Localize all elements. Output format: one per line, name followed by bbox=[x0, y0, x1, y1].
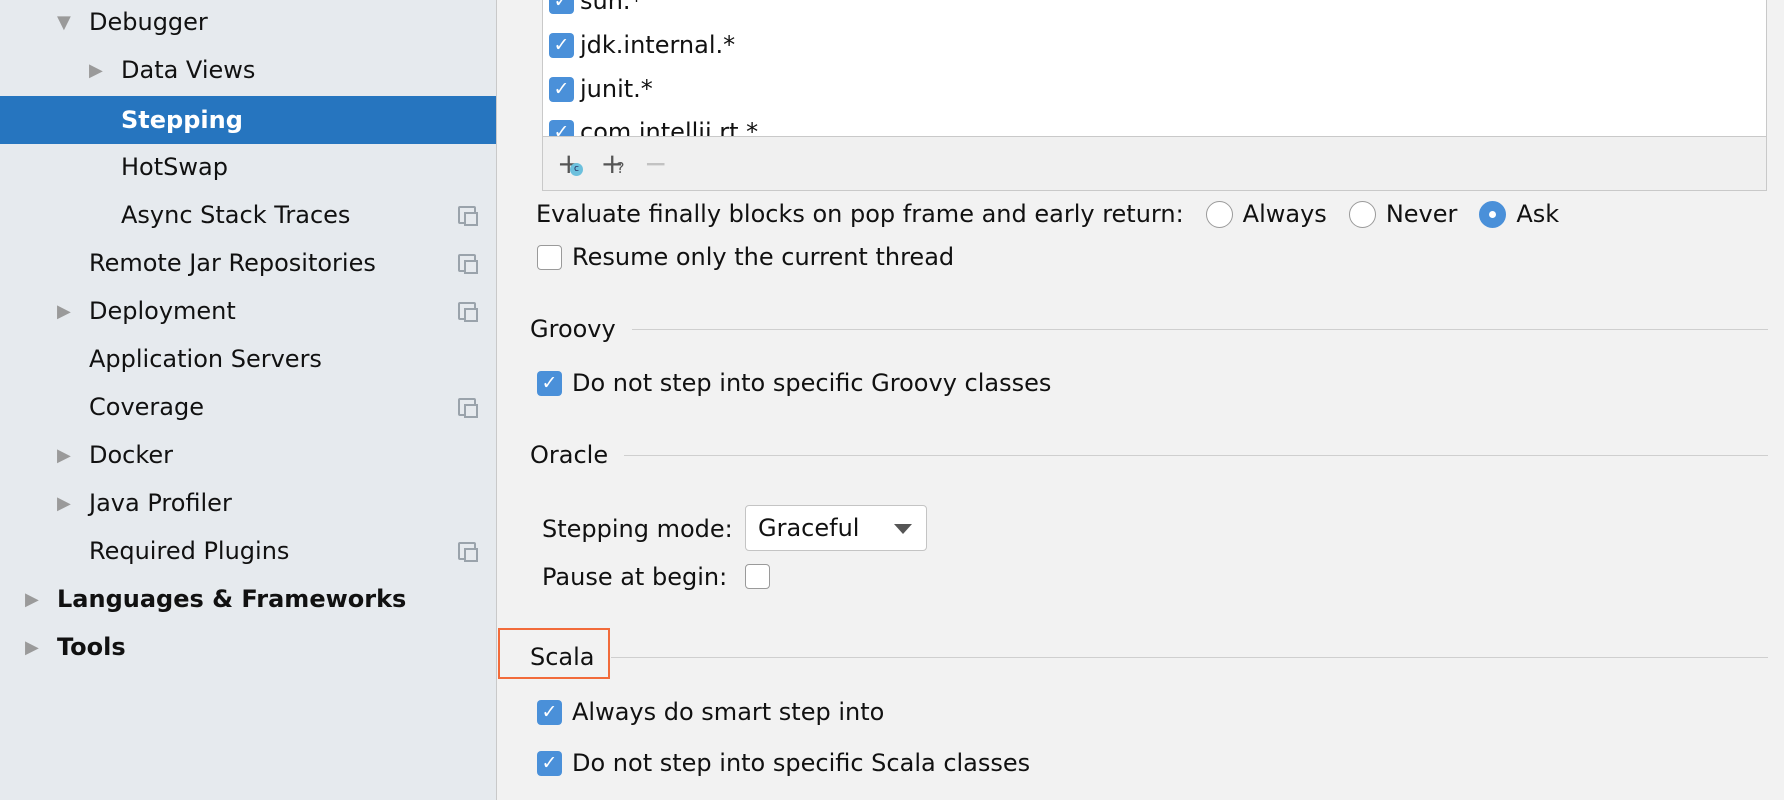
pause-at-begin-checkbox[interactable] bbox=[745, 564, 770, 589]
list-item[interactable]: ✓ com.intellij.rt.* bbox=[549, 110, 759, 137]
stepping-settings-panel: ✓ sun.* ✓ jdk.internal.* ✓ junit.* ✓ com.int… bbox=[497, 0, 1784, 800]
sidebar-item-async-stack-traces[interactable]: Async Stack Traces bbox=[0, 191, 496, 239]
collapsed-arrow-icon[interactable]: ▶ bbox=[89, 60, 103, 81]
sidebar-item-label: Stepping bbox=[121, 106, 243, 134]
sidebar-item-java-profiler[interactable]: ▶ Java Profiler bbox=[0, 479, 496, 527]
sidebar-item-label: Required Plugins bbox=[89, 537, 290, 565]
chevron-down-icon bbox=[894, 524, 912, 534]
sidebar-item-label: HotSwap bbox=[121, 153, 228, 181]
stepping-mode-dropdown[interactable]: Graceful bbox=[745, 505, 927, 551]
divider bbox=[631, 328, 1768, 330]
radio-label[interactable]: Ask bbox=[1516, 200, 1559, 228]
divider bbox=[610, 656, 1768, 658]
sidebar-item-debugger[interactable]: ▼ Debugger bbox=[0, 0, 496, 46]
sidebar-item-label: Application Servers bbox=[89, 345, 322, 373]
sidebar-item-label: Docker bbox=[89, 441, 174, 469]
sidebar-item-deployment[interactable]: ▶ Deployment bbox=[0, 287, 496, 335]
checkbox-checked[interactable]: ✓ bbox=[537, 699, 562, 725]
option-label: Do not step into specific Scala classes bbox=[572, 749, 1031, 777]
radio-never[interactable] bbox=[1348, 200, 1376, 228]
list-item[interactable]: ✓ junit.* bbox=[549, 67, 653, 111]
radio-label[interactable]: Always bbox=[1243, 200, 1327, 228]
evaluate-finally-row: Evaluate finally blocks on pop frame and… bbox=[536, 200, 1559, 228]
scala-smart-step-option[interactable]: ✓ Always do smart step into bbox=[537, 698, 884, 726]
sidebar-item-label: Tools bbox=[57, 633, 126, 661]
checkbox-checked[interactable]: ✓ bbox=[549, 76, 574, 102]
remove-icon[interactable]: − bbox=[644, 147, 667, 180]
scala-section-header: Scala bbox=[530, 643, 1768, 671]
sidebar-item-remote-jar-repositories[interactable]: Remote Jar Repositories bbox=[0, 239, 496, 287]
sidebar-item-languages-frameworks[interactable]: ▶ Languages & Frameworks bbox=[0, 575, 496, 623]
filter-pattern: junit.* bbox=[580, 75, 653, 103]
filters-toolbar: + c +? − bbox=[542, 137, 1767, 191]
collapsed-arrow-icon[interactable]: ▶ bbox=[57, 445, 71, 466]
groovy-option[interactable]: ✓ Do not step into specific Groovy classe… bbox=[537, 369, 1051, 397]
sidebar-item-label: Debugger bbox=[89, 8, 208, 36]
collapsed-arrow-icon[interactable]: ▶ bbox=[25, 589, 39, 610]
class-filters-list[interactable]: ✓ sun.* ✓ jdk.internal.* ✓ junit.* ✓ com.int… bbox=[542, 0, 1767, 137]
evaluate-finally-label: Evaluate finally blocks on pop frame and… bbox=[536, 200, 1184, 228]
sidebar-item-docker[interactable]: ▶ Docker bbox=[0, 431, 496, 479]
project-settings-icon bbox=[458, 302, 478, 322]
sidebar-item-label: Languages & Frameworks bbox=[57, 585, 407, 613]
checkbox-checked[interactable]: ✓ bbox=[549, 119, 574, 136]
sidebar-item-coverage[interactable]: Coverage bbox=[0, 383, 496, 431]
radio-always[interactable] bbox=[1205, 200, 1233, 228]
sidebar-item-label: Java Profiler bbox=[89, 489, 232, 517]
stepping-mode-label: Stepping mode: bbox=[542, 515, 733, 543]
oracle-section-header: Oracle bbox=[530, 441, 1768, 469]
project-settings-icon bbox=[458, 398, 478, 418]
sidebar-item-application-servers[interactable]: Application Servers bbox=[0, 335, 496, 383]
collapsed-arrow-icon[interactable]: ▶ bbox=[25, 637, 39, 658]
option-label: Resume only the current thread bbox=[572, 243, 955, 271]
project-settings-icon bbox=[458, 206, 478, 226]
sidebar-item-label: Deployment bbox=[89, 297, 236, 325]
collapsed-arrow-icon[interactable]: ▶ bbox=[57, 493, 71, 514]
filter-pattern: com.intellij.rt.* bbox=[580, 118, 759, 137]
sidebar-item-label: Async Stack Traces bbox=[121, 201, 351, 229]
divider bbox=[624, 454, 1768, 456]
radio-label[interactable]: Never bbox=[1386, 200, 1458, 228]
sidebar-item-label: Data Views bbox=[121, 56, 256, 84]
section-title: Groovy bbox=[530, 315, 616, 343]
filter-pattern: jdk.internal.* bbox=[580, 31, 736, 59]
project-settings-icon bbox=[458, 254, 478, 274]
settings-sidebar: ▼ Debugger ▶ Data Views Stepping HotSwap A… bbox=[0, 0, 497, 800]
checkbox-unchecked[interactable] bbox=[537, 244, 562, 270]
expanded-arrow-icon[interactable]: ▼ bbox=[57, 12, 71, 33]
list-item[interactable]: ✓ sun.* bbox=[549, 0, 643, 23]
radio-ask[interactable] bbox=[1479, 200, 1507, 228]
sidebar-item-hotswap[interactable]: HotSwap bbox=[0, 143, 496, 191]
collapsed-arrow-icon[interactable]: ▶ bbox=[57, 301, 71, 322]
sidebar-item-tools[interactable]: ▶ Tools bbox=[0, 623, 496, 671]
section-title: Scala bbox=[530, 643, 595, 671]
sidebar-item-stepping[interactable]: Stepping bbox=[0, 96, 496, 144]
list-item[interactable]: ✓ jdk.internal.* bbox=[549, 23, 735, 67]
checkbox-checked[interactable]: ✓ bbox=[537, 750, 562, 776]
pause-at-begin-label: Pause at begin: bbox=[542, 563, 728, 591]
sidebar-item-label: Remote Jar Repositories bbox=[89, 249, 376, 277]
sidebar-item-required-plugins[interactable]: Required Plugins bbox=[0, 527, 496, 575]
filter-pattern: sun.* bbox=[580, 0, 643, 15]
checkbox-checked[interactable]: ✓ bbox=[537, 370, 562, 396]
sidebar-item-data-views[interactable]: ▶ Data Views bbox=[0, 46, 496, 94]
checkbox-checked[interactable]: ✓ bbox=[549, 32, 574, 58]
groovy-section-header: Groovy bbox=[530, 315, 1768, 343]
dropdown-value: Graceful bbox=[758, 514, 860, 542]
add-class-icon[interactable]: + c bbox=[557, 147, 583, 180]
resume-thread-option[interactable]: Resume only the current thread bbox=[537, 243, 954, 271]
sidebar-item-label: Coverage bbox=[89, 393, 204, 421]
option-label: Do not step into specific Groovy classes bbox=[572, 369, 1052, 397]
add-pattern-icon[interactable]: +? bbox=[600, 147, 624, 180]
section-title: Oracle bbox=[530, 441, 609, 469]
project-settings-icon bbox=[458, 542, 478, 562]
checkbox-checked[interactable]: ✓ bbox=[549, 0, 574, 14]
option-label: Always do smart step into bbox=[572, 698, 885, 726]
scala-skip-classes-option[interactable]: ✓ Do not step into specific Scala classes bbox=[537, 749, 1030, 777]
